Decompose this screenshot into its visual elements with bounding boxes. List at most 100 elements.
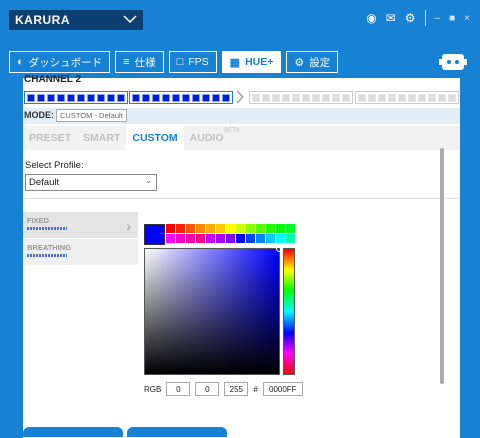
tab-custom[interactable]: CUSTOM: [126, 126, 184, 150]
picker-cursor[interactable]: [276, 245, 283, 252]
color-swatch[interactable]: [266, 224, 275, 233]
channel-title: CHANNEL 2: [24, 74, 82, 85]
tab-specs[interactable]: ≡ 仕様: [115, 51, 164, 73]
hue-slider[interactable]: [283, 248, 295, 375]
tab-dashboard[interactable]: ◐ ダッシュボード: [9, 51, 111, 73]
scrollbar-thumb[interactable]: [440, 148, 444, 384]
tab-fps[interactable]: □ FPS: [168, 51, 217, 73]
led-strip-2[interactable]: [129, 91, 233, 104]
color-swatch[interactable]: [176, 224, 185, 233]
scrollbar[interactable]: [439, 78, 449, 384]
chevron-right-icon[interactable]: [235, 90, 245, 104]
effect-preview: [27, 254, 67, 257]
chevron-down-icon: [123, 15, 137, 24]
color-swatch[interactable]: [206, 224, 215, 233]
led-cell: [282, 93, 290, 102]
restore-icon[interactable]: ■: [449, 13, 455, 24]
beta-badge: BETA: [224, 128, 240, 134]
color-swatch[interactable]: [186, 234, 195, 243]
settings-icon[interactable]: ⚙: [405, 11, 416, 25]
led-cell: [172, 93, 180, 102]
red-input[interactable]: 0: [166, 382, 191, 396]
bottom-tab[interactable]: [23, 427, 123, 437]
led-cell: [142, 93, 150, 102]
tab-label: 設定: [309, 56, 331, 69]
color-swatch[interactable]: [176, 234, 185, 243]
led-strip-1[interactable]: [24, 91, 128, 104]
color-swatch[interactable]: [256, 224, 265, 233]
tab-audio[interactable]: AUDIO BETA: [184, 126, 240, 150]
color-swatch[interactable]: [276, 234, 285, 243]
color-swatch[interactable]: [226, 224, 235, 233]
mail-icon[interactable]: ✉: [386, 11, 396, 25]
robot-icon[interactable]: [438, 51, 468, 73]
close-icon[interactable]: ×: [464, 13, 470, 24]
tab-preset[interactable]: PRESET: [23, 126, 77, 150]
color-swatch[interactable]: [216, 224, 225, 233]
gear-icon: ⚙: [294, 56, 305, 69]
color-swatch[interactable]: [286, 224, 295, 233]
minimize-icon[interactable]: –: [435, 13, 441, 24]
led-cell: [27, 93, 35, 102]
led-cell: [212, 93, 220, 102]
color-swatch[interactable]: [256, 234, 265, 243]
profile-label: Select Profile:: [25, 160, 84, 171]
hue-panel: CHANNEL 2 MODE: CUSTOM - Default PRESET …: [23, 74, 460, 438]
tab-hue[interactable]: ▦ HUE+: [221, 51, 282, 73]
color-swatch[interactable]: [196, 224, 205, 233]
led-cell: [252, 93, 260, 102]
saturation-value-picker[interactable]: [144, 245, 283, 375]
led-cell: [262, 93, 270, 102]
camera-icon[interactable]: ◉: [366, 11, 376, 25]
bottom-tab[interactable]: [127, 427, 227, 437]
blue-input[interactable]: 255: [224, 382, 249, 396]
color-swatch[interactable]: [246, 234, 255, 243]
window-controls: ◉ ✉ ⚙ – ■ ×: [366, 10, 470, 26]
profile-select[interactable]: Default ⌄: [25, 174, 157, 191]
led-cell: [358, 93, 366, 102]
device-selector[interactable]: KARURA: [9, 10, 143, 30]
app-window: KARURA ◉ ✉ ⚙ – ■ × ◐ ダッシュボード ≡ 仕様 □ FPS ▦ HU…: [0, 0, 480, 438]
square-icon: □: [176, 56, 184, 68]
led-cell: [57, 93, 65, 102]
color-swatch[interactable]: [226, 234, 235, 243]
led-cell: [37, 93, 45, 102]
color-swatch[interactable]: [266, 234, 275, 243]
led-cell: [152, 93, 160, 102]
gauge-icon: ◐: [17, 56, 24, 68]
color-swatch[interactable]: [206, 234, 215, 243]
mode-tabs: PRESET SMART CUSTOM AUDIO BETA: [23, 126, 460, 150]
effect-fixed[interactable]: FIXED ›: [23, 212, 138, 238]
hex-input[interactable]: 0000FF: [262, 382, 303, 396]
tab-settings[interactable]: ⚙ 設定: [286, 51, 339, 73]
color-swatch[interactable]: [286, 234, 295, 243]
device-name: KARURA: [15, 13, 70, 27]
green-input[interactable]: 0: [195, 382, 220, 396]
effect-name: FIXED: [27, 216, 50, 225]
effect-breathing[interactable]: BREATHING: [23, 239, 138, 265]
led-cell: [87, 93, 95, 102]
color-swatch[interactable]: [166, 224, 175, 233]
color-swatch[interactable]: [236, 234, 245, 243]
led-cell: [77, 93, 85, 102]
tab-label: ダッシュボード: [28, 56, 103, 69]
mode-bar: MODE: CUSTOM - Default: [23, 108, 460, 124]
led-cell: [222, 93, 230, 102]
color-swatch[interactable]: [236, 224, 245, 233]
color-swatch[interactable]: [186, 224, 195, 233]
tab-smart[interactable]: SMART: [77, 126, 126, 150]
color-swatch[interactable]: [276, 224, 285, 233]
tab-label: HUE+: [245, 56, 274, 68]
color-swatch[interactable]: [166, 234, 175, 243]
led-strip-3[interactable]: [249, 91, 353, 104]
color-swatch[interactable]: [246, 224, 255, 233]
color-swatch[interactable]: [216, 234, 225, 243]
led-cell: [398, 93, 406, 102]
led-cell: [342, 93, 350, 102]
list-icon: ≡: [123, 56, 130, 68]
color-swatches: [166, 224, 295, 243]
effect-name: BREATHING: [27, 243, 72, 252]
profile-value: Default: [29, 177, 60, 188]
color-swatch[interactable]: [196, 234, 205, 243]
divider: [424, 10, 426, 26]
